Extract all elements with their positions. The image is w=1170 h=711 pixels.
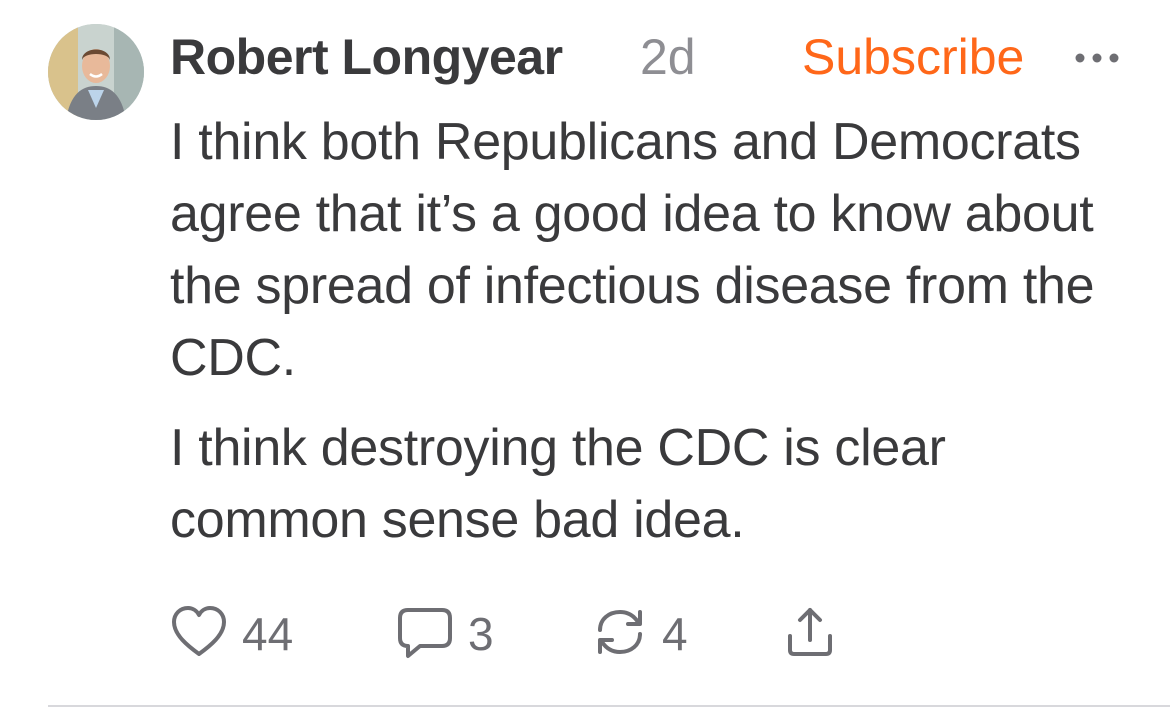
like-button[interactable]: 44 [170,602,293,666]
post-paragraph: I think both Republicans and Democrats a… [170,113,1095,387]
comment-count: 3 [468,608,494,660]
action-bar: 44 3 4 [170,602,970,666]
like-count: 44 [242,608,294,660]
divider [48,705,1170,707]
post-timestamp[interactable]: 2d [640,28,696,86]
share-icon [782,604,838,665]
subscribe-button[interactable]: Subscribe [802,28,1024,86]
post-body: I think both Republicans and Democrats a… [170,106,1110,574]
comment-bubble-icon [396,604,454,665]
comment-button[interactable]: 3 [396,602,494,666]
avatar[interactable] [48,24,144,120]
more-horizontal-icon[interactable] [1072,46,1122,70]
restack-arrows-icon [592,604,648,665]
post-paragraph: I think destroying the CDC is clear comm… [170,419,946,549]
restack-count: 4 [662,608,688,660]
avatar-photo [48,24,144,120]
restack-button[interactable]: 4 [592,602,688,666]
share-button[interactable] [782,602,838,666]
heart-icon [170,604,228,665]
note-post: Robert Longyear 2d Subscribe I think bot… [0,0,1170,711]
author-name[interactable]: Robert Longyear [170,28,563,86]
